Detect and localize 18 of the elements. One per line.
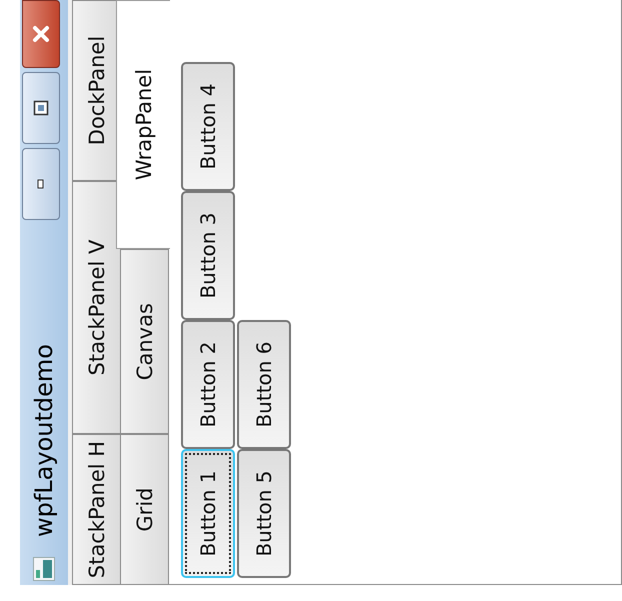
- minimize-button[interactable]: [22, 148, 60, 220]
- push-button[interactable]: Button 2: [181, 320, 235, 449]
- app-icon: [33, 557, 55, 581]
- close-button[interactable]: [22, 0, 60, 68]
- tab[interactable]: WrapPanel: [116, 0, 170, 250]
- tab[interactable]: StackPanel H: [72, 434, 120, 585]
- push-button[interactable]: Button 4: [181, 62, 235, 191]
- push-button[interactable]: Button 6: [237, 320, 291, 449]
- push-button[interactable]: Button 1: [181, 449, 235, 578]
- maximize-icon: [33, 100, 49, 116]
- tab[interactable]: Grid: [120, 434, 168, 585]
- maximize-button[interactable]: [22, 72, 60, 144]
- push-button[interactable]: Button 3: [181, 191, 235, 320]
- tab[interactable]: Canvas: [120, 249, 168, 434]
- window-title: wpfLayoutdemo: [30, 344, 58, 537]
- tab[interactable]: StackPanel V: [72, 181, 120, 434]
- close-icon: [30, 23, 52, 45]
- push-button[interactable]: Button 5: [237, 449, 291, 578]
